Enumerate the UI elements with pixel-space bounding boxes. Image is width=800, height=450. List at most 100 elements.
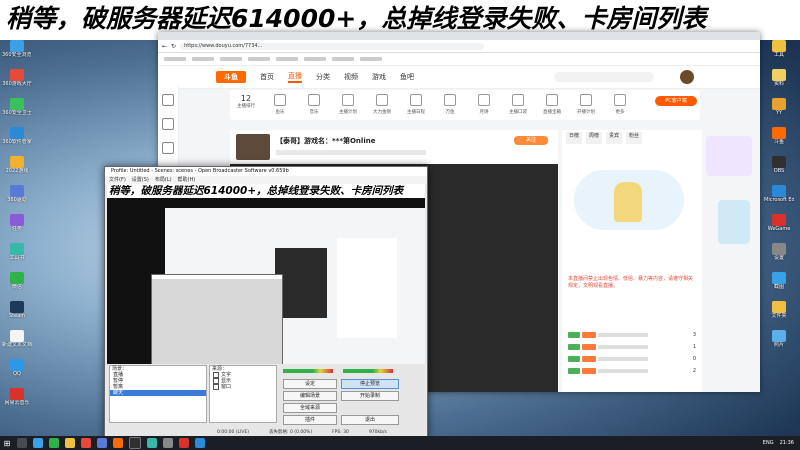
tab-weekly[interactable]: 周榜 (586, 132, 603, 144)
bookmark[interactable] (192, 57, 214, 61)
bookmark[interactable] (164, 57, 186, 61)
source-item[interactable]: 窗口 (210, 384, 276, 390)
taskbar-app-icon[interactable] (81, 438, 91, 448)
category-item[interactable]: 开播计划 (572, 94, 600, 115)
category-item[interactable]: 主播口袋 (504, 94, 532, 115)
category-item[interactable]: 音乐 (300, 94, 328, 115)
taskbar-app-icon[interactable] (49, 438, 59, 448)
bookmark[interactable] (220, 57, 242, 61)
nav-item-video[interactable]: 视频 (344, 72, 358, 82)
bookmark[interactable] (248, 57, 270, 61)
desktop-icon[interactable]: OBS (764, 156, 794, 180)
nav-item-category[interactable]: 分类 (316, 72, 330, 82)
desktop-icon[interactable]: 360驱动 (2, 185, 32, 209)
desktop-icon[interactable]: 工具 (764, 40, 794, 64)
bookmark[interactable] (332, 57, 354, 61)
side-ad[interactable] (706, 136, 752, 176)
menu-help[interactable]: 帮助(H) (178, 176, 196, 184)
desktop-icon[interactable]: 截图 (764, 272, 794, 296)
desktop-icon[interactable]: 360安全浏览器 (2, 40, 32, 64)
side-ad-secondary[interactable] (718, 200, 750, 244)
taskbar-app-icon[interactable] (33, 438, 43, 448)
user-avatar[interactable] (680, 70, 694, 84)
site-logo[interactable]: 斗鱼 (216, 71, 246, 83)
desktop-icon[interactable]: 资料 (764, 69, 794, 93)
category-rank[interactable]: 12 主播排行 (232, 94, 260, 109)
scene-item-selected[interactable]: 聊天 (110, 390, 206, 396)
desktop-icon[interactable]: 照片 (764, 330, 794, 354)
category-item[interactable]: 主播计划 (334, 94, 362, 115)
start-record-button[interactable]: 开始录制 (341, 391, 399, 401)
taskbar-app-icon[interactable] (65, 438, 75, 448)
bookmark[interactable] (304, 57, 326, 61)
desktop-icon[interactable]: 网易云音乐 (2, 388, 32, 412)
desktop-icon[interactable]: 360游戏大厅 (2, 69, 32, 93)
desktop-icon[interactable]: Microsoft Edge (764, 185, 794, 209)
desktop-icon[interactable]: YY (764, 98, 794, 122)
category-item[interactable]: 直播宝箱 (538, 94, 566, 115)
search-input[interactable] (554, 72, 654, 82)
menu-settings[interactable]: 设置(S) (132, 176, 149, 184)
plugins-button[interactable]: 插件 (283, 415, 337, 425)
menu-layout[interactable]: 布局(L) (155, 176, 172, 184)
obs-preview[interactable]: 稍等，破服务器延迟614000+，总掉线登录失败、卡房间列表 (107, 184, 425, 364)
taskbar-app-icon[interactable] (179, 438, 189, 448)
edit-scene-button[interactable]: 编辑场景 (283, 391, 337, 401)
desktop-icon[interactable]: WeGame (764, 214, 794, 238)
rail-icon[interactable] (162, 142, 174, 154)
back-icon[interactable]: ← (162, 43, 167, 50)
desktop-icon[interactable]: 360安全卫士 (2, 98, 32, 122)
category-item[interactable]: 鱼乐 (266, 94, 294, 115)
nav-item-game[interactable]: 游戏 (372, 72, 386, 82)
taskbar-app-icon[interactable] (129, 437, 141, 449)
desktop-icon[interactable]: 设置 (764, 243, 794, 267)
taskbar-app-icon[interactable] (113, 438, 123, 448)
menu-file[interactable]: 文件(F) (109, 176, 126, 184)
taskbar-app-icon[interactable] (163, 438, 173, 448)
stop-preview-button[interactable]: 停止预览 (341, 379, 399, 389)
desktop-icon[interactable]: 2022游戏 (2, 156, 32, 180)
desktop-icon[interactable]: 任务 (2, 214, 32, 238)
checkbox[interactable] (213, 384, 219, 390)
search-icon[interactable] (17, 438, 27, 448)
tab-vip[interactable]: 贵宾 (606, 132, 623, 144)
nav-item-live[interactable]: 直播 (288, 71, 302, 83)
follow-button[interactable]: 关注 (514, 136, 548, 145)
tab-daily[interactable]: 日榜 (566, 132, 583, 144)
taskbar-app-icon[interactable] (147, 438, 157, 448)
start-button[interactable]: ⊞ (0, 436, 14, 450)
category-more[interactable]: 更多 (606, 94, 634, 115)
browser-tab-bar[interactable] (158, 32, 760, 40)
desktop-icon[interactable]: 微信 (2, 272, 32, 296)
clock[interactable]: 21:36 (780, 440, 794, 446)
ime-indicator[interactable]: ENG (763, 440, 774, 446)
pc-client-button[interactable]: PC客户端 (655, 96, 697, 106)
desktop-icon[interactable]: Steam (2, 301, 32, 325)
category-item[interactable]: 万鱼 (436, 94, 464, 115)
url-field[interactable]: https://www.douyu.com/7734... (180, 42, 485, 50)
category-item[interactable]: 大力金刚 (368, 94, 396, 115)
refresh-icon[interactable]: ↻ (171, 43, 176, 50)
nav-item-yuba[interactable]: 鱼吧 (400, 72, 414, 82)
category-item[interactable]: 月饼 (470, 94, 498, 115)
bookmark[interactable] (276, 57, 298, 61)
exit-button[interactable]: 退出 (341, 415, 399, 425)
tab-fans[interactable]: 粉丝 (626, 132, 643, 144)
global-sources-button[interactable]: 全域来源 (283, 403, 337, 413)
rail-icon[interactable] (162, 94, 174, 106)
desktop-icon[interactable]: 360软件管家 (2, 127, 32, 151)
obs-title-bar[interactable]: Profile: Untitled - Scenes: scenes - Ope… (105, 167, 427, 176)
desktop-icon[interactable]: 斗鱼 (764, 127, 794, 151)
taskbar-app-icon[interactable] (97, 438, 107, 448)
desktop-icon[interactable]: 文件夹 (764, 301, 794, 325)
desktop-icon[interactable]: 工具书 (2, 243, 32, 267)
desktop-icon[interactable]: QQ (2, 359, 32, 383)
streamer-avatar[interactable] (236, 134, 270, 160)
settings-button[interactable]: 设定 (283, 379, 337, 389)
taskbar-app-icon[interactable] (195, 438, 205, 448)
rail-icon[interactable] (162, 118, 174, 130)
nav-item-home[interactable]: 首页 (260, 72, 274, 82)
desktop-icon[interactable]: 新建文本文档 (2, 330, 32, 354)
category-item[interactable]: 主播日程 (402, 94, 430, 115)
bookmark[interactable] (360, 57, 382, 61)
